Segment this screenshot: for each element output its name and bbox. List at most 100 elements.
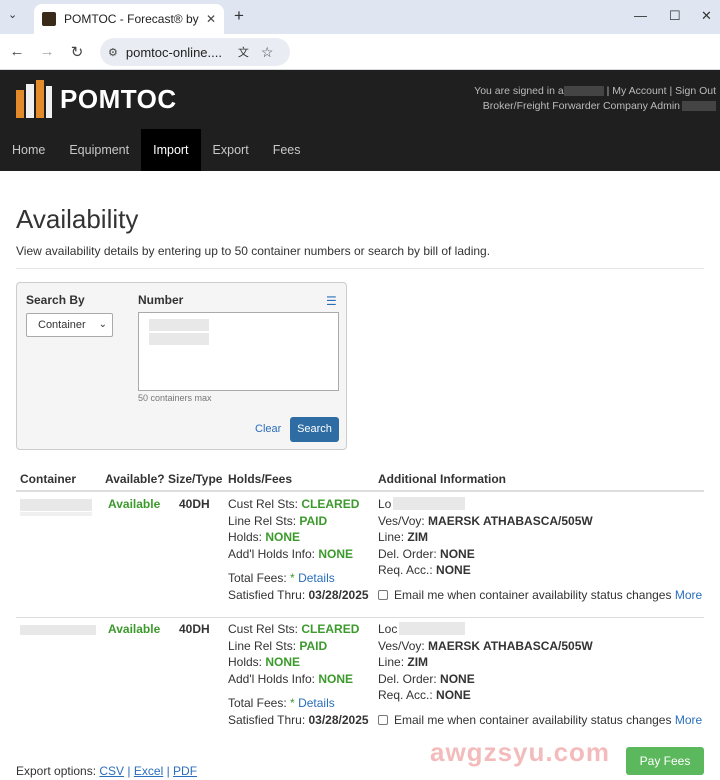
fees-star: * [290, 696, 295, 710]
availability-status: Available [108, 622, 161, 636]
del-order-label: Del. Order: [378, 671, 437, 686]
table-row: Available 40DH Cust Rel Sts: CLEARED Lin… [16, 620, 704, 745]
separator: | [606, 85, 610, 97]
redacted-container-number [20, 625, 96, 635]
minimize-button[interactable]: — [634, 8, 647, 23]
req-acc-value: NONE [436, 563, 471, 577]
redacted-container-number [20, 512, 92, 516]
ves-voy-label: Ves/Voy: [378, 513, 425, 528]
list-icon[interactable]: ☰ [326, 294, 337, 308]
req-acc-label: Req. Acc.: [378, 563, 433, 577]
export-pdf-link[interactable]: PDF [173, 764, 197, 778]
header-container: Container [20, 472, 77, 486]
table-row: Available 40DH Cust Rel Sts: CLEARED Lin… [16, 495, 704, 620]
addl-holds-label: Add'l Holds Info: [228, 546, 316, 561]
main-nav: Home Equipment Import Export Fees [0, 129, 312, 171]
search-button[interactable]: Search [290, 417, 339, 442]
more-link[interactable]: More [675, 588, 702, 602]
total-fees-label: Total Fees: [228, 696, 287, 710]
nav-import[interactable]: Import [141, 129, 201, 171]
address-bar[interactable]: ⚙ pomtoc-online.... 文 ☆ [100, 38, 290, 66]
sign-out-link[interactable]: Sign Out [675, 85, 716, 97]
location-label: Loc [378, 622, 398, 636]
back-arrow-icon[interactable]: ← [2, 43, 32, 60]
line-value: ZIM [407, 655, 429, 669]
clear-link[interactable]: Clear [255, 423, 281, 435]
redacted-company [682, 101, 716, 112]
header-size-type: Size/Type [168, 472, 223, 486]
nav-home[interactable]: Home [0, 129, 57, 171]
fees-details-link[interactable]: Details [298, 571, 335, 585]
tab-title: POMTOC - Forecast® by Tid [64, 12, 200, 26]
main-content: Availability View availability details b… [16, 171, 704, 778]
holds-value: NONE [265, 530, 301, 544]
browser-tab-strip: ⌄ POMTOC - Forecast® by Tid ✕ + — ☐ ✕ [0, 0, 720, 34]
export-options: Export options: CSV | Excel | PDF [16, 764, 197, 778]
req-acc-value: NONE [436, 688, 471, 702]
addl-holds-value: NONE [318, 546, 354, 561]
tab-close-icon[interactable]: ✕ [206, 12, 216, 26]
search-by-select[interactable]: Container ⌄ [26, 313, 113, 337]
size-type: 40DH [179, 622, 210, 636]
divider [16, 268, 704, 269]
logo-mark-icon [16, 80, 52, 118]
reload-icon[interactable]: ↻ [62, 43, 92, 61]
account-info: You are signed in a | My Account | Sign … [474, 84, 716, 114]
holds-label: Holds: [228, 655, 263, 669]
line-rel-label: Line Rel Sts: [228, 513, 297, 528]
site-favicon-icon [42, 12, 56, 26]
table-header: Container Available? Size/Type Holds/Fee… [16, 464, 704, 492]
total-fees-label: Total Fees: [228, 571, 287, 585]
translate-icon[interactable]: 文 [238, 44, 249, 60]
new-tab-button[interactable]: + [234, 6, 244, 26]
pomtoc-logo[interactable]: POMTOC [16, 80, 177, 118]
header-additional-info: Additional Information [378, 472, 506, 486]
export-csv-link[interactable]: CSV [99, 764, 124, 778]
holds-fees-cell: Cust Rel Sts: CLEARED Line Rel Sts: PAID… [228, 496, 369, 603]
del-order-value: NONE [440, 671, 475, 686]
site-info-icon[interactable]: ⚙ [108, 46, 118, 59]
line-label: Line: [378, 655, 405, 669]
holds-fees-cell: Cust Rel Sts: CLEARED Line Rel Sts: PAID… [228, 621, 369, 728]
nav-equipment[interactable]: Equipment [57, 129, 141, 171]
availability-status: Available [108, 497, 161, 511]
window-close-button[interactable]: ✕ [701, 8, 712, 24]
search-panel: Search By Number ☰ Container ⌄ 50 contai… [16, 282, 347, 450]
export-label: Export options: [16, 764, 97, 778]
addl-holds-label: Add'l Holds Info: [228, 671, 316, 686]
satisfied-thru-value: 03/28/2025 [308, 587, 369, 602]
nav-fees[interactable]: Fees [261, 129, 313, 171]
row-divider [16, 617, 704, 618]
del-order-value: NONE [440, 546, 475, 561]
header-available: Available? [105, 472, 165, 486]
separator: | [669, 85, 673, 97]
my-account-link[interactable]: My Account [612, 85, 666, 97]
browser-tab[interactable]: POMTOC - Forecast® by Tid ✕ [34, 4, 224, 34]
more-link[interactable]: More [675, 713, 702, 727]
redacted-user [563, 86, 604, 97]
satisfied-thru-label: Satisfied Thru: [228, 587, 306, 602]
pay-fees-button[interactable]: Pay Fees [626, 747, 704, 775]
line-value: ZIM [407, 530, 429, 544]
maximize-button[interactable]: ☐ [669, 8, 681, 24]
redacted-location [399, 622, 466, 635]
separator: | [166, 764, 170, 778]
export-excel-link[interactable]: Excel [134, 764, 163, 778]
email-notify-checkbox[interactable] [378, 589, 388, 600]
brand-name: POMTOC [60, 83, 177, 114]
holds-label: Holds: [228, 530, 263, 544]
container-numbers-input[interactable] [138, 312, 339, 391]
page-title: Availability [16, 204, 139, 234]
separator: | [127, 764, 131, 778]
fees-details-link[interactable]: Details [298, 696, 335, 710]
ves-voy-label: Ves/Voy: [378, 638, 425, 653]
tab-search-chevron-icon[interactable]: ⌄ [8, 8, 17, 21]
bookmark-star-icon[interactable]: ☆ [261, 44, 274, 61]
req-acc-label: Req. Acc.: [378, 688, 433, 702]
forward-arrow-icon[interactable]: → [32, 43, 62, 60]
email-notify-checkbox[interactable] [378, 714, 388, 725]
nav-export[interactable]: Export [201, 129, 261, 171]
satisfied-thru-value: 03/28/2025 [308, 712, 369, 727]
redacted-text [149, 319, 209, 331]
redacted-container-number [20, 499, 92, 511]
